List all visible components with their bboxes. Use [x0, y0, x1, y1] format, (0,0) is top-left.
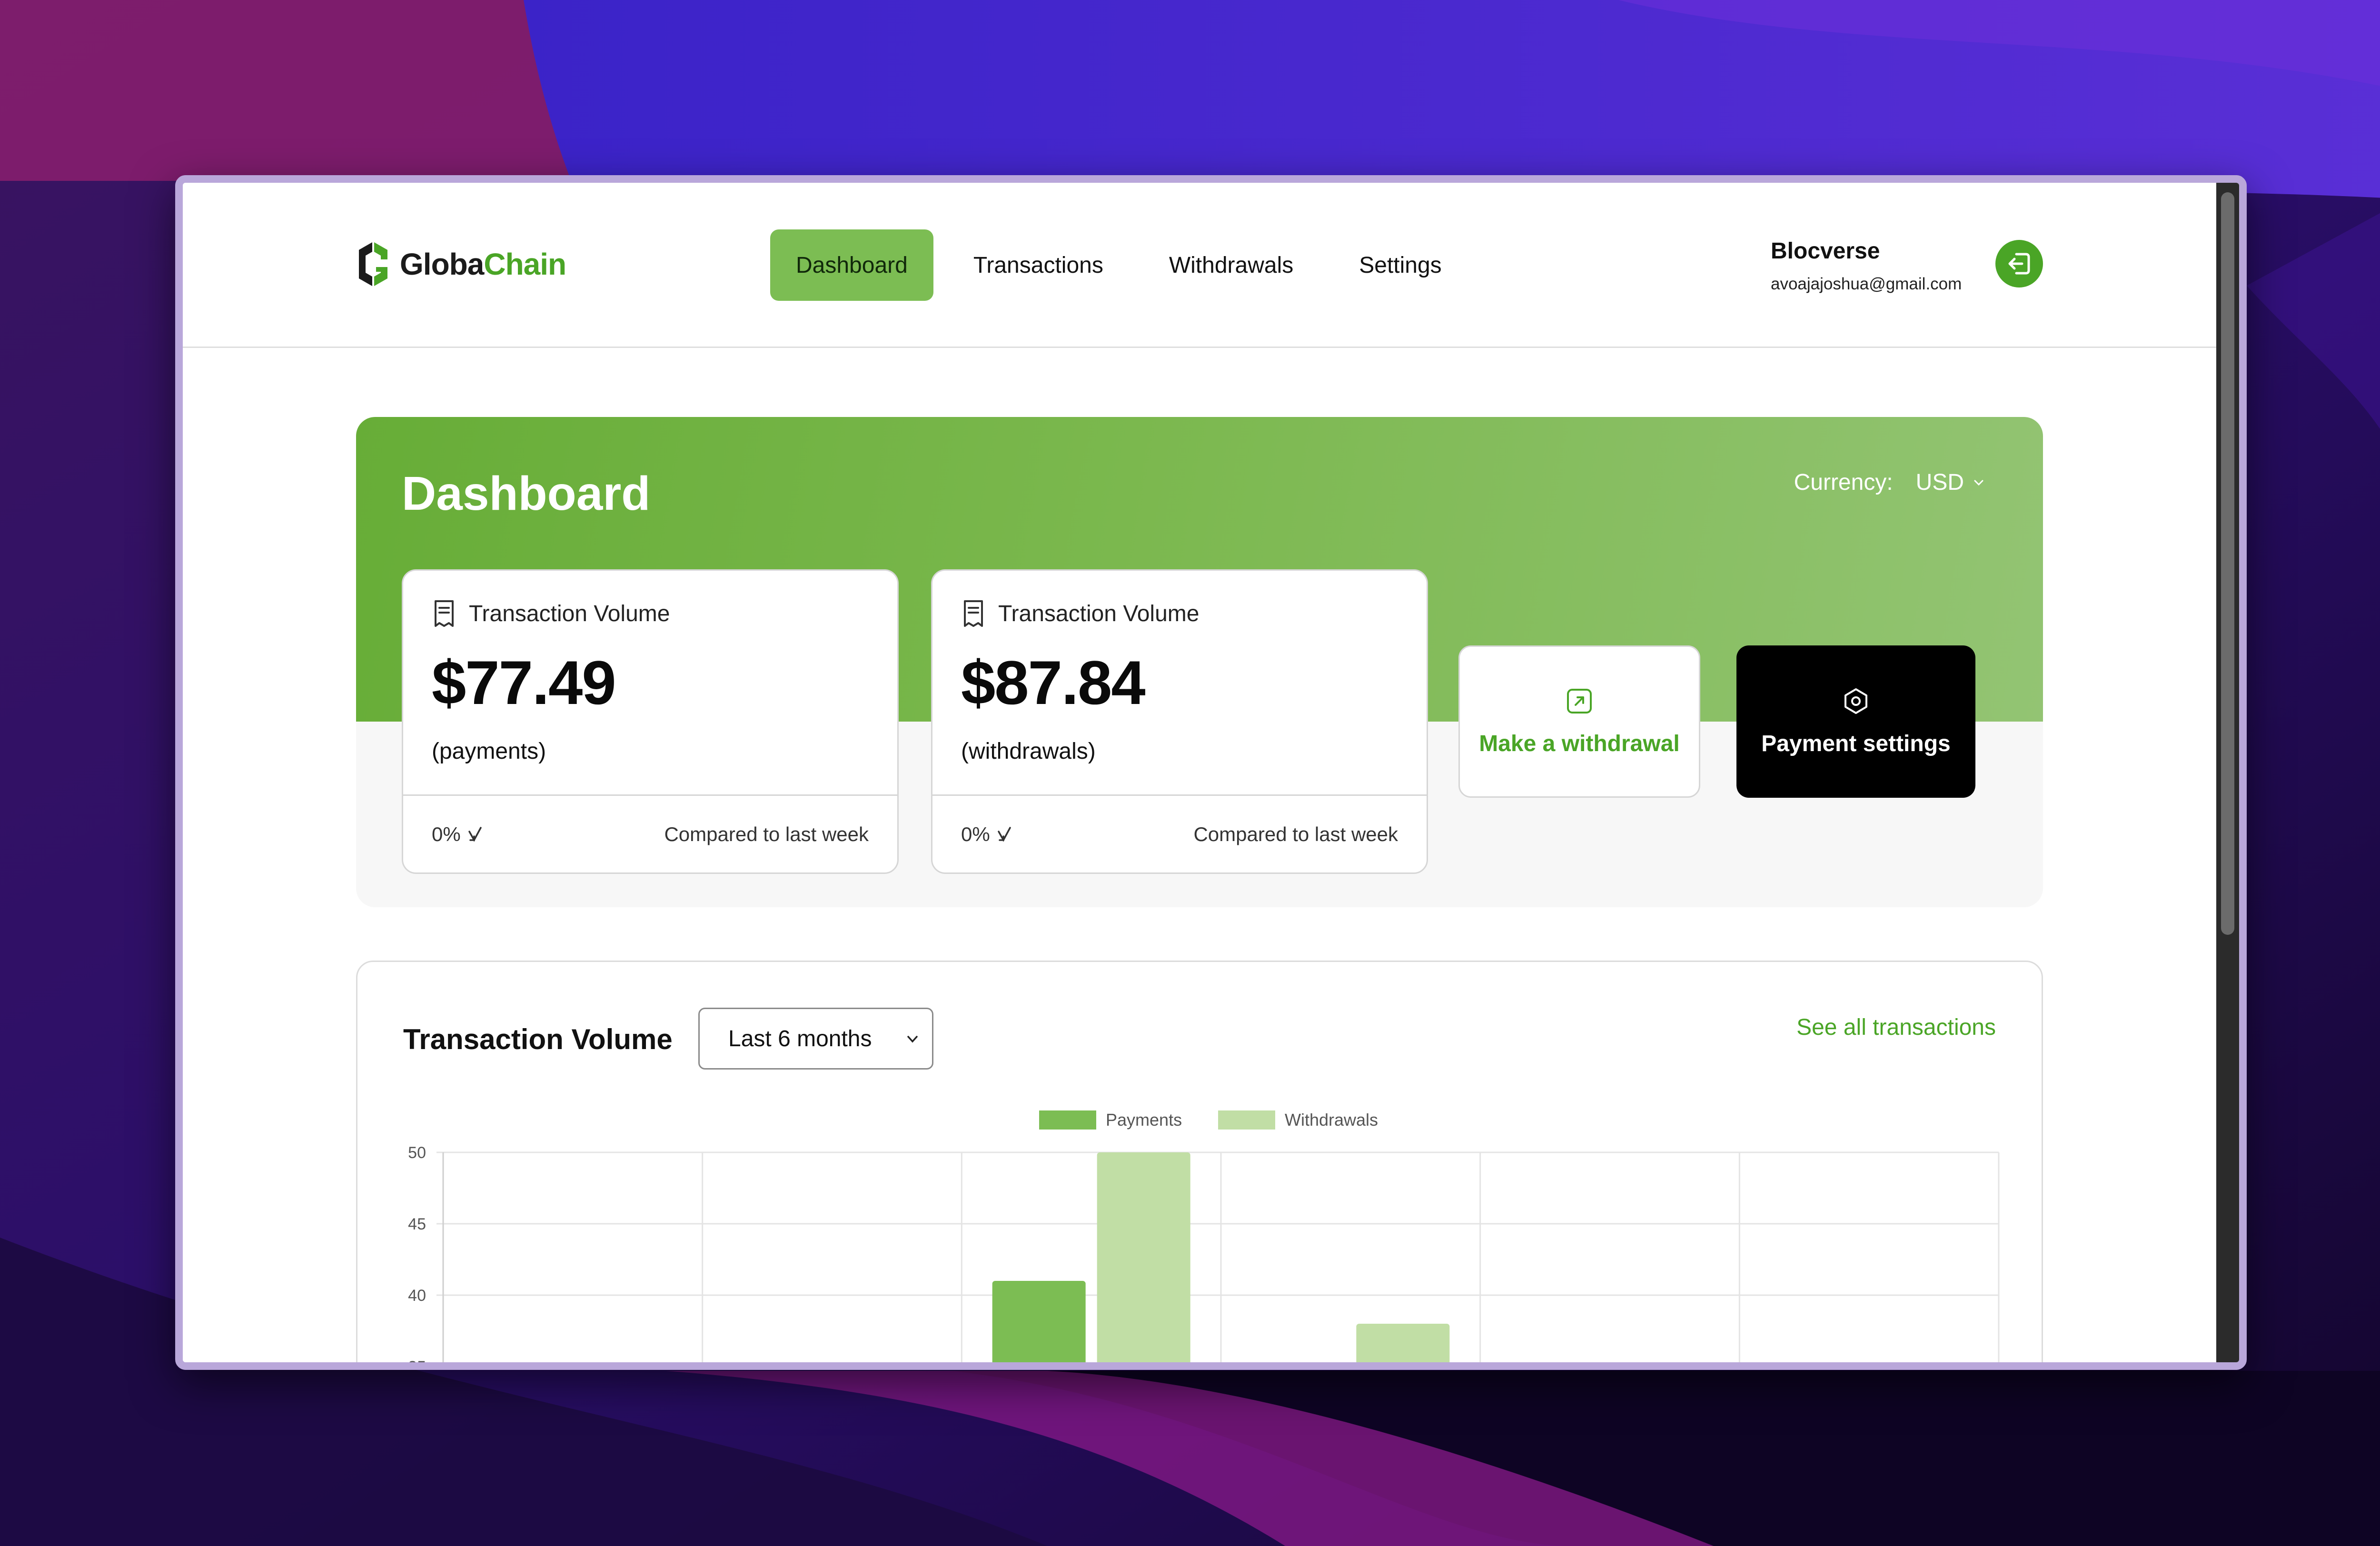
logout-icon	[2008, 253, 2030, 275]
stat-amount: $87.84	[961, 648, 1146, 717]
brand-name: GlobaChain	[400, 247, 566, 281]
stat-card-withdrawals: Transaction Volume $87.84 (withdrawals) …	[931, 569, 1428, 874]
nav-transactions[interactable]: Transactions	[948, 229, 1129, 301]
arrow-up-right-box-icon	[1567, 688, 1592, 714]
nav-settings[interactable]: Settings	[1333, 229, 1467, 301]
stat-subtitle: (withdrawals)	[961, 739, 1096, 764]
receipt-icon	[964, 600, 983, 627]
receipt-icon	[435, 600, 454, 627]
trend-down-icon	[997, 827, 1011, 842]
main-nav: Dashboard Transactions Withdrawals Setti…	[770, 229, 1482, 301]
make-withdrawal-label: Make a withdrawal	[1479, 731, 1680, 756]
stat-subtitle: (payments)	[432, 739, 546, 764]
globachain-logo-icon	[359, 242, 387, 286]
scrollbar-thumb[interactable]	[2221, 192, 2234, 935]
stat-compare-text: Compared to last week	[1193, 823, 1398, 845]
stat-label: Transaction Volume	[469, 601, 670, 626]
hexagon-settings-icon	[1844, 688, 1867, 714]
stat-compare-text: Compared to last week	[664, 823, 869, 845]
payment-settings-button[interactable]: Payment settings	[1736, 645, 1975, 798]
nav-dashboard[interactable]: Dashboard	[770, 229, 933, 301]
nav-withdrawals[interactable]: Withdrawals	[1143, 229, 1319, 301]
bar-withdrawals	[1097, 1152, 1190, 1362]
user-email: avoajajoshua@gmail.com	[1771, 275, 1962, 293]
legend-label: Payments	[1106, 1110, 1182, 1130]
currency-selector[interactable]: Currency: USD	[1794, 469, 1987, 496]
currency-label: Currency:	[1794, 470, 1893, 495]
logout-button[interactable]	[1995, 240, 2043, 287]
y-tick-label: 45	[408, 1215, 426, 1233]
divider	[403, 794, 897, 796]
page-title: Dashboard	[402, 467, 651, 520]
user-name: Blocverse	[1771, 238, 1880, 264]
scrollbar-track[interactable]	[2216, 183, 2239, 1362]
user-info: Blocverse avoajajoshua@gmail.com	[1771, 238, 1962, 294]
legend-swatch	[1039, 1110, 1096, 1130]
stat-amount: $77.49	[432, 648, 616, 717]
currency-value: USD	[1915, 470, 1964, 495]
stat-change: 0%	[961, 823, 1015, 846]
bar-withdrawals	[1356, 1324, 1450, 1362]
bar-payments	[992, 1281, 1086, 1362]
divider	[932, 794, 1427, 796]
stat-change: 0%	[432, 823, 486, 846]
browser-window: GlobaChain Dashboard Transactions Withdr…	[175, 175, 2247, 1370]
y-tick-label: 50	[408, 1144, 426, 1162]
stat-card-header: Transaction Volume	[432, 599, 670, 628]
transaction-volume-card: Transaction Volume Last 6 months See all…	[356, 961, 2043, 1362]
transaction-volume-chart: 50 45 40 35 Payments Withdrawals	[408, 1110, 2000, 1362]
y-tick-label: 35	[408, 1358, 426, 1362]
stat-label: Transaction Volume	[998, 601, 1200, 626]
brand-logo[interactable]: GlobaChain	[354, 238, 566, 290]
page-viewport: GlobaChain Dashboard Transactions Withdr…	[183, 183, 2216, 1362]
y-tick-label: 40	[408, 1287, 426, 1305]
legend-swatch	[1218, 1110, 1275, 1130]
chevron-down-icon	[1974, 480, 1983, 486]
payment-settings-label: Payment settings	[1761, 731, 1951, 756]
dashboard-hero: Dashboard Currency: USD Transaction Volu…	[356, 417, 2043, 907]
top-navbar: GlobaChain Dashboard Transactions Withdr…	[183, 183, 2216, 348]
stat-card-header: Transaction Volume	[961, 599, 1199, 628]
trend-down-icon	[468, 827, 482, 842]
stat-card-payments: Transaction Volume $77.49 (payments) 0% …	[402, 569, 899, 874]
make-withdrawal-button[interactable]: Make a withdrawal	[1458, 645, 1700, 798]
legend-label: Withdrawals	[1285, 1110, 1378, 1130]
